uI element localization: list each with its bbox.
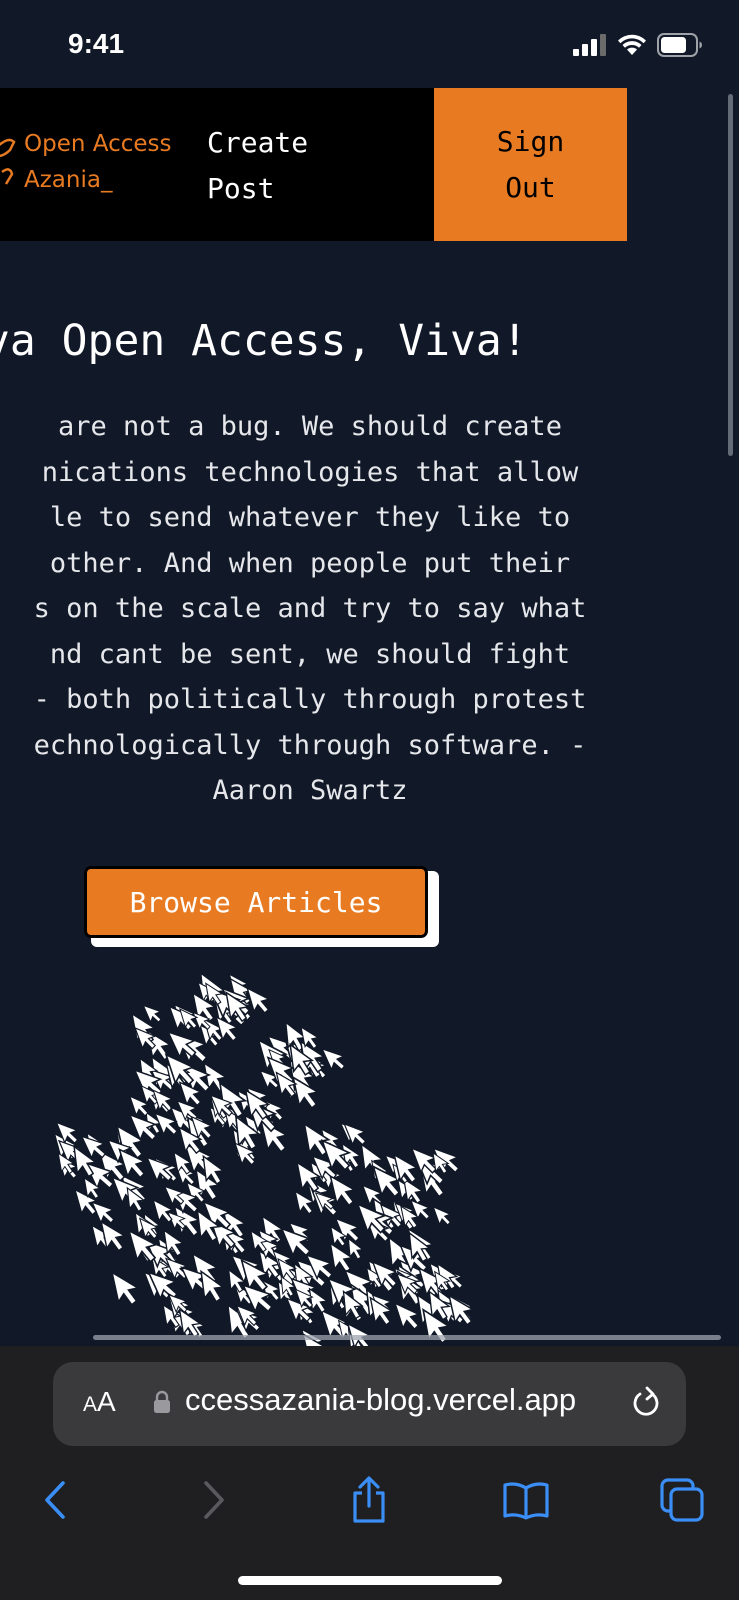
forward-button[interactable] — [183, 1470, 243, 1530]
quote-line: - both politically through protest — [33, 684, 587, 715]
quote-line: nd cant be sent, we should fight — [49, 638, 571, 670]
web-page: Open Access Azania_ Create Post Sign Out… — [0, 88, 739, 1346]
site-navbar: Open Access Azania_ Create Post Sign Out — [0, 88, 627, 241]
create-post-line-2: Post — [207, 172, 275, 205]
signal-icon — [573, 34, 606, 56]
status-icons — [573, 33, 703, 57]
browser-chrome: AA ccessazania-blog.vercel.app — [0, 1346, 739, 1600]
create-post-line-1: Create — [207, 126, 309, 159]
home-indicator — [238, 1576, 502, 1585]
forward-icon — [204, 1481, 224, 1519]
browser-toolbar — [0, 1470, 739, 1530]
back-icon — [45, 1481, 65, 1519]
status-time: 9:41 — [68, 28, 125, 59]
quote-line: s on the scale and try to say what — [33, 593, 587, 624]
reload-icon[interactable] — [630, 1385, 664, 1421]
wifi-icon — [618, 34, 646, 55]
create-post-link[interactable]: Create Post — [207, 120, 377, 212]
logo-line-1: Open Access — [24, 131, 172, 157]
vertical-scrollbar[interactable] — [728, 94, 733, 456]
back-button[interactable] — [26, 1470, 86, 1530]
quote-line: nications technologies that allow — [41, 456, 579, 488]
site-logo[interactable]: Open Access Azania_ — [0, 126, 180, 196]
address-bar[interactable]: AA ccessazania-blog.vercel.app — [53, 1362, 686, 1446]
quote-line: le to send whatever they like to — [49, 502, 571, 533]
logo-bird-icon — [0, 138, 16, 185]
cursor-swarm-illustration — [53, 969, 477, 1346]
reader-text-size-button[interactable]: AA — [83, 1386, 116, 1418]
bookmarks-button[interactable] — [496, 1470, 556, 1530]
sign-out-line-2: Out — [505, 170, 556, 204]
status-bar: 9:41 — [0, 0, 739, 88]
horizontal-scrollbar[interactable] — [93, 1335, 721, 1340]
hero-title: va Open Access, Viva! — [0, 316, 528, 366]
share-icon — [353, 1476, 385, 1523]
bookmarks-icon — [503, 1482, 549, 1520]
quote-line: are not a bug. We should create — [58, 411, 562, 442]
tabs-button[interactable] — [652, 1470, 712, 1530]
quote-line: other. And when people put their — [49, 547, 571, 579]
quote-line: echnologically through software. - — [33, 729, 587, 761]
quote-author: Aaron Swartz — [212, 775, 408, 806]
sign-out-button[interactable]: Sign Out — [434, 88, 627, 241]
url-text[interactable]: ccessazania-blog.vercel.app — [185, 1382, 605, 1418]
tabs-icon — [660, 1478, 704, 1522]
logo-line-2: Azania_ — [24, 167, 113, 193]
share-button[interactable] — [339, 1470, 399, 1530]
battery-icon — [657, 33, 702, 57]
lock-icon — [154, 1390, 170, 1413]
hero-quote: are not a bug. We should create nication… — [0, 404, 739, 814]
sign-out-line-1: Sign — [496, 124, 565, 158]
aa-small: A — [83, 1393, 98, 1416]
aa-large: A — [97, 1386, 116, 1417]
browse-articles-button[interactable]: Browse Articles — [84, 866, 428, 938]
